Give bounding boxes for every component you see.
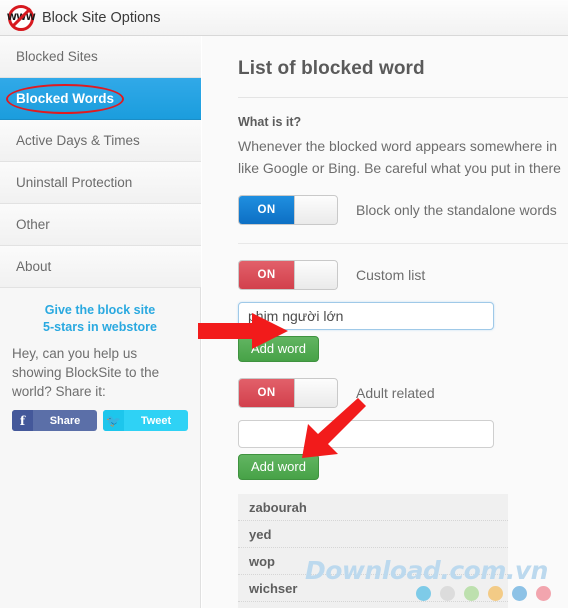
adult-related-word-input[interactable] xyxy=(238,420,494,448)
custom-list-word-input[interactable]: phim người lớn xyxy=(238,302,494,330)
watermark-color-dots xyxy=(416,586,551,601)
sidebar-item-blocked-sites[interactable]: Blocked Sites xyxy=(0,36,201,78)
toggle-knob[interactable] xyxy=(294,196,337,224)
standalone-words-label: Block only the standalone words xyxy=(356,202,557,218)
list-item[interactable]: wop xyxy=(238,548,508,575)
sidebar-item-label: Uninstall Protection xyxy=(16,175,133,190)
color-dot xyxy=(440,586,455,601)
twitter-tweet-label: Tweet xyxy=(140,414,172,427)
facebook-share-button[interactable]: f Share xyxy=(12,410,97,431)
color-dot xyxy=(416,586,431,601)
sidebar-item-label: Active Days & Times xyxy=(16,133,140,148)
sidebar-item-label: About xyxy=(16,259,52,274)
sidebar-item-about[interactable]: About xyxy=(0,246,201,288)
promo-headline-line2: 5-stars in webstore xyxy=(43,320,157,334)
sidebar-item-blocked-words[interactable]: Blocked Words xyxy=(0,78,201,120)
blocked-www-icon: WWW xyxy=(6,3,36,33)
standalone-words-toggle[interactable]: ON xyxy=(238,195,338,225)
promo-body-text: Hey, can you help us showing BlockSite t… xyxy=(12,346,160,399)
description-line-2: like Google or Bing. Be careful what you… xyxy=(238,160,561,176)
promo-headline: Give the block site 5-stars in webstore xyxy=(8,302,192,336)
what-is-it-label: What is it? xyxy=(238,115,302,129)
section-divider-1 xyxy=(238,243,568,244)
sidebar-item-label: Blocked Sites xyxy=(16,49,98,64)
facebook-icon: f xyxy=(12,410,33,431)
adult-related-row: ON Adult related xyxy=(238,378,568,408)
options-window: WWW Block Site Options Blocked Sites Blo… xyxy=(0,0,568,608)
list-item[interactable]: zabourah xyxy=(238,494,508,521)
sidebar-item-uninstall-protection[interactable]: Uninstall Protection xyxy=(0,162,201,204)
promo-panel: Give the block site 5-stars in webstore … xyxy=(0,288,200,431)
title-divider xyxy=(238,97,568,98)
adult-related-label: Adult related xyxy=(356,385,435,401)
toggle-on-label: ON xyxy=(239,196,294,224)
list-item[interactable]: yed xyxy=(238,521,508,548)
twitter-icon: 🐦 xyxy=(103,410,124,431)
window-header: WWW Block Site Options xyxy=(0,0,568,36)
promo-headline-line1: Give the block site xyxy=(44,303,156,317)
sidebar: Blocked Sites Blocked Words Active Days … xyxy=(0,36,201,608)
sidebar-item-label: Blocked Words xyxy=(16,91,115,106)
description-line-1: Whenever the blocked word appears somewh… xyxy=(238,138,558,154)
toggle-knob[interactable] xyxy=(294,379,337,407)
description-text: Whenever the blocked word appears somewh… xyxy=(238,135,568,179)
toggle-on-label: ON xyxy=(239,379,294,407)
color-dot xyxy=(512,586,527,601)
custom-list-toggle[interactable]: ON xyxy=(238,260,338,290)
color-dot xyxy=(536,586,551,601)
custom-list-row: ON Custom list xyxy=(238,260,568,290)
sidebar-item-label: Other xyxy=(16,217,50,232)
sidebar-item-other[interactable]: Other xyxy=(0,204,201,246)
sidebar-item-active-days-times[interactable]: Active Days & Times xyxy=(0,120,201,162)
sidebar-nav: Blocked Sites Blocked Words Active Days … xyxy=(0,36,201,288)
window-title: Block Site Options xyxy=(42,9,161,26)
adult-related-toggle[interactable]: ON xyxy=(238,378,338,408)
page-title: List of blocked word xyxy=(238,58,425,79)
standalone-words-row: ON Block only the standalone words xyxy=(238,195,568,225)
main-content: List of blocked word What is it? Wheneve… xyxy=(202,36,568,608)
list-item[interactable]: wetback xyxy=(238,602,508,608)
toggle-knob[interactable] xyxy=(294,261,337,289)
social-buttons: f Share 🐦 Tweet xyxy=(8,410,192,431)
twitter-tweet-button[interactable]: 🐦 Tweet xyxy=(103,410,188,431)
color-dot xyxy=(464,586,479,601)
facebook-share-label: Share xyxy=(49,414,81,427)
adult-related-add-word-button[interactable]: Add word xyxy=(238,454,319,480)
toggle-on-label: ON xyxy=(239,261,294,289)
custom-list-label: Custom list xyxy=(356,267,426,283)
color-dot xyxy=(488,586,503,601)
custom-list-add-word-button[interactable]: Add word xyxy=(238,336,319,362)
